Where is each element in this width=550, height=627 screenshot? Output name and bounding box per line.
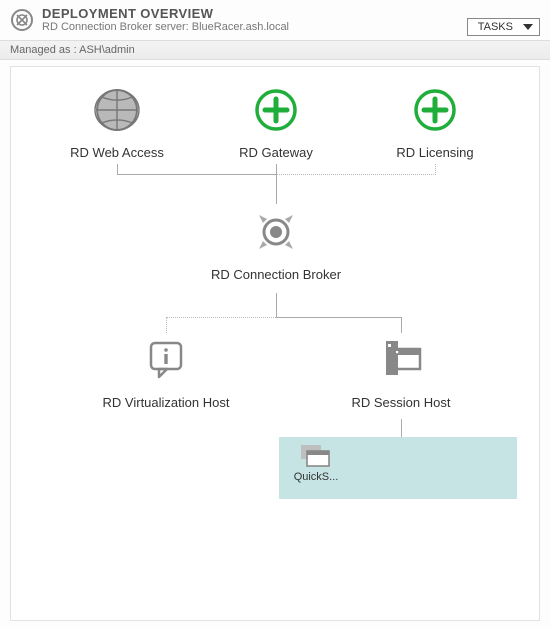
node-rd-licensing[interactable]: RD Licensing bbox=[360, 85, 510, 160]
connector-line bbox=[117, 174, 276, 175]
node-rd-virtualization-host[interactable]: RD Virtualization Host bbox=[86, 335, 246, 410]
panel-subtitle: RD Connection Broker server: BlueRacer.a… bbox=[42, 21, 467, 33]
collection-item[interactable]: QuickS... bbox=[289, 445, 343, 483]
connector-line bbox=[166, 317, 167, 333]
collection-item-label: QuickS... bbox=[289, 471, 343, 483]
connector-line bbox=[276, 174, 277, 204]
managed-as-bar: Managed as : ASH\admin bbox=[0, 40, 550, 60]
node-rd-gateway[interactable]: RD Gateway bbox=[201, 85, 351, 160]
window-stack-icon bbox=[301, 445, 331, 467]
panel-header: DEPLOYMENT OVERVIEW RD Connection Broker… bbox=[0, 0, 550, 40]
deployment-overview-panel: DEPLOYMENT OVERVIEW RD Connection Broker… bbox=[0, 0, 550, 627]
node-rd-connection-broker[interactable]: RD Connection Broker bbox=[191, 207, 361, 282]
node-rd-web-access[interactable]: RD Web Access bbox=[42, 85, 192, 160]
node-label: RD Web Access bbox=[42, 145, 192, 160]
overview-icon bbox=[10, 8, 34, 32]
info-balloon-icon bbox=[141, 335, 191, 385]
session-collection-area: QuickS... bbox=[279, 437, 517, 499]
connector-line bbox=[276, 174, 436, 175]
node-label: RD Licensing bbox=[360, 145, 510, 160]
node-label: RD Virtualization Host bbox=[86, 395, 246, 410]
connector-line bbox=[276, 293, 277, 318]
connector-line bbox=[401, 317, 402, 333]
broker-icon bbox=[251, 207, 301, 257]
connector-line bbox=[166, 317, 276, 318]
chevron-down-icon bbox=[523, 24, 533, 30]
connector-line bbox=[401, 419, 402, 437]
deployment-diagram: RD Web Access RD Gateway RD Licensin bbox=[10, 66, 540, 621]
connector-line bbox=[117, 164, 118, 175]
panel-title: DEPLOYMENT OVERVIEW bbox=[42, 6, 467, 21]
server-windows-icon bbox=[376, 335, 426, 385]
tasks-dropdown[interactable]: TASKS bbox=[467, 18, 540, 36]
globe-icon bbox=[92, 85, 142, 135]
tasks-label: TASKS bbox=[478, 21, 513, 33]
node-label: RD Connection Broker bbox=[191, 267, 361, 282]
node-label: RD Gateway bbox=[201, 145, 351, 160]
connector-line bbox=[276, 317, 401, 318]
plus-circle-icon bbox=[251, 85, 301, 135]
node-rd-session-host[interactable]: RD Session Host bbox=[326, 335, 476, 410]
plus-circle-icon bbox=[410, 85, 460, 135]
connector-line bbox=[435, 164, 436, 175]
node-label: RD Session Host bbox=[326, 395, 476, 410]
